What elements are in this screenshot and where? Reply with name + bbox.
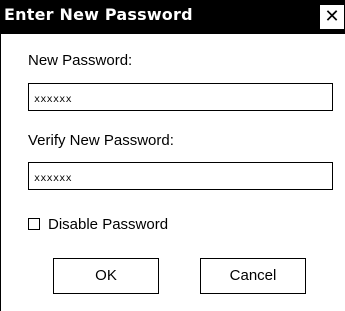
- disable-password-label: Disable Password: [48, 215, 169, 233]
- dialog-title: Enter New Password: [4, 5, 193, 24]
- close-button[interactable]: ✕: [320, 5, 344, 29]
- cancel-button[interactable]: Cancel: [200, 258, 306, 294]
- ok-button[interactable]: OK: [53, 258, 159, 294]
- verify-password-label: Verify New Password:: [28, 132, 174, 149]
- title-bar: Enter New Password ✕: [1, 0, 345, 34]
- verify-password-field[interactable]: [28, 162, 333, 190]
- close-icon: ✕: [324, 6, 340, 27]
- password-dialog: Enter New Password ✕ New Password: Verif…: [0, 0, 345, 311]
- new-password-field[interactable]: [28, 83, 333, 111]
- checkbox-box[interactable]: [28, 218, 40, 230]
- new-password-label: New Password:: [28, 52, 133, 69]
- disable-password-checkbox[interactable]: Disable Password: [28, 214, 168, 234]
